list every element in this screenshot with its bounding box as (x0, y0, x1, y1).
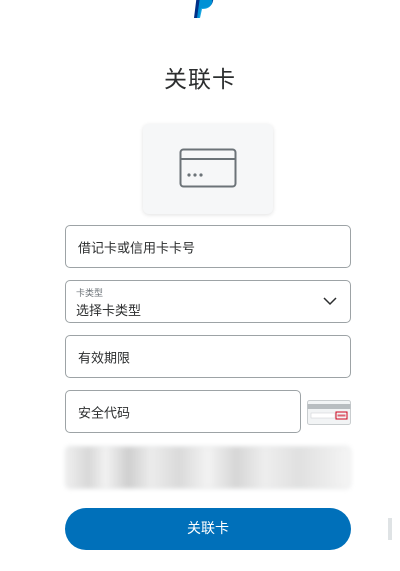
cvv-card-icon (307, 400, 351, 425)
card-number-input[interactable]: 借记卡或信用卡卡号 (65, 225, 351, 268)
link-card-page: 关联卡 借记卡或信用卡卡号 卡类型 选择卡类型 有效期限 安全代码 关联卡 (0, 0, 400, 571)
expiry-date-input[interactable]: 有效期限 (65, 335, 351, 378)
card-type-label: 卡类型 (76, 289, 104, 299)
chevron-down-icon (323, 297, 337, 306)
edge-divider (388, 518, 392, 540)
card-illustration (143, 124, 273, 214)
link-card-button[interactable]: 关联卡 (65, 508, 351, 550)
card-type-select[interactable]: 卡类型 选择卡类型 (65, 280, 351, 323)
card-number-placeholder: 借记卡或信用卡卡号 (78, 241, 196, 256)
paypal-logo-icon (194, 0, 214, 18)
security-code-placeholder: 安全代码 (78, 406, 131, 421)
security-code-input[interactable]: 安全代码 (65, 390, 301, 433)
page-title: 关联卡 (164, 67, 236, 93)
expiry-date-placeholder: 有效期限 (78, 351, 131, 366)
credit-card-icon (179, 148, 237, 188)
card-type-value: 选择卡类型 (76, 304, 142, 319)
blurred-field (65, 446, 351, 489)
